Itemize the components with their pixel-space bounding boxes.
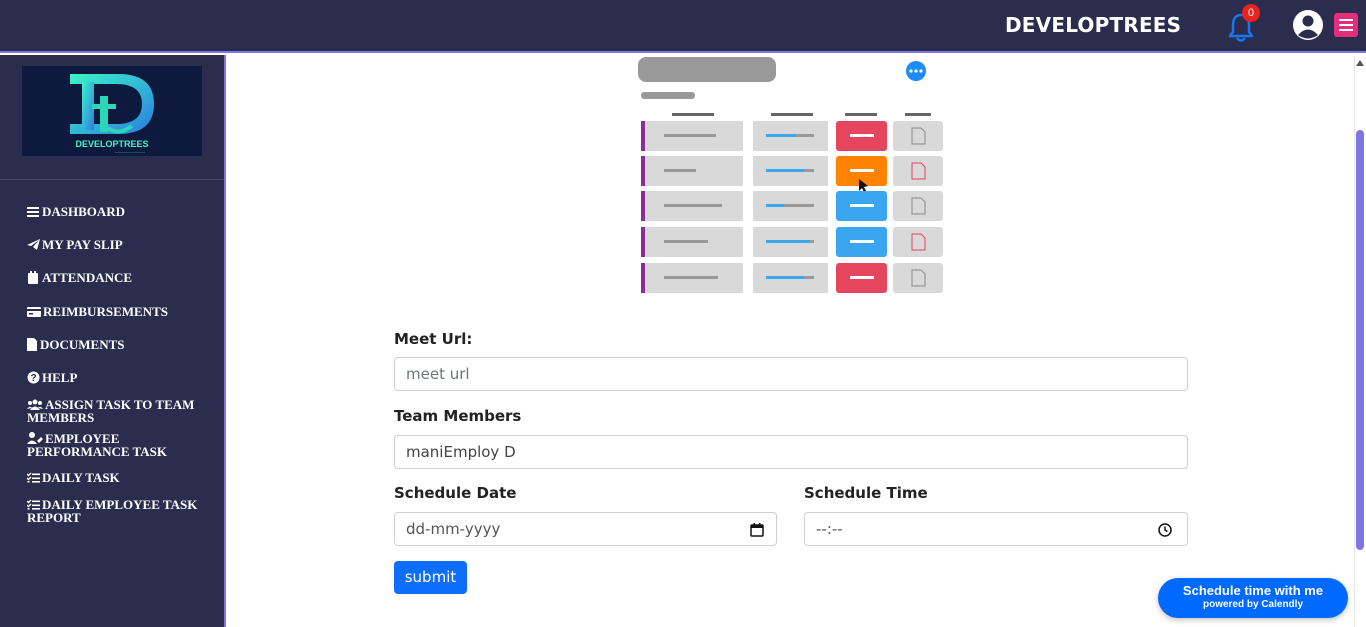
submit-button[interactable]: submit (394, 561, 467, 594)
svg-text:DEVELOPTREES: DEVELOPTREES (75, 139, 148, 149)
tasks-icon (27, 499, 40, 510)
schedule-date-input[interactable]: dd-mm-yyyy (394, 512, 777, 546)
sidebar-item-daily-employee-task-report[interactable]: DAILY EMPLOYEE TASK REPORT (27, 498, 212, 524)
brand-title: DEVELOPTREES (1005, 13, 1182, 37)
sidebar-item-assign-task[interactable]: ASSIGN TASK TO TEAM MEMBERS (27, 398, 212, 424)
sidebar-item-documents[interactable]: DOCUMENTS (27, 338, 212, 351)
credit-card-icon (27, 307, 41, 317)
user-edit-icon (27, 432, 43, 444)
file-icon (27, 338, 37, 351)
company-logo: DEVELOPTREES ~~~~~~~~~~~~~ (22, 66, 202, 156)
svg-text:~~~~~~~~~~~~~: ~~~~~~~~~~~~~ (115, 150, 146, 155)
calendly-badge-button[interactable]: Schedule time with me powered by Calendl… (1158, 578, 1348, 618)
sidebar-item-reimbursements[interactable]: REIMBURSEMENTS (27, 305, 212, 318)
sidebar-item-my-pay-slip[interactable]: MY PAY SLIP (27, 238, 212, 251)
schedule-date-placeholder: dd-mm-yyyy (406, 520, 501, 538)
sidebar-item-label: DASHBOARD (42, 204, 126, 219)
calendly-title: Schedule time with me (1182, 583, 1324, 598)
list-icon (27, 207, 39, 217)
users-icon (27, 399, 43, 410)
schedule-time-label: Schedule Time (804, 484, 928, 502)
sidebar-item-label: EMPLOYEE PERFORMANCE TASK (27, 431, 167, 459)
sidebar-item-label: DAILY TASK (42, 470, 120, 485)
meet-url-input[interactable]: meet url (394, 357, 1188, 391)
sidebar-item-label: ASSIGN TASK TO TEAM MEMBERS (27, 397, 195, 425)
sidebar-item-label: ATTENDANCE (42, 270, 133, 285)
notification-badge: 0 (1242, 4, 1260, 22)
sidebar-item-daily-task[interactable]: DAILY TASK (27, 471, 212, 484)
schedule-date-label: Schedule Date (394, 484, 517, 502)
sidebar-item-label: REIMBURSEMENTS (43, 304, 168, 319)
user-circle-icon[interactable] (1292, 9, 1324, 41)
sidebar-item-dashboard[interactable]: DASHBOARD (27, 205, 212, 218)
meet-url-label: Meet Url: (394, 330, 473, 348)
paper-plane-icon (27, 239, 40, 250)
tasks-icon (27, 472, 40, 483)
schedule-time-placeholder: --:-- (816, 520, 843, 538)
scroll-up-arrow-icon[interactable] (1356, 60, 1364, 66)
scrollbar-thumb[interactable] (1356, 130, 1364, 550)
sidebar-item-label: DAILY EMPLOYEE TASK REPORT (27, 497, 198, 525)
sidebar-item-attendance[interactable]: ATTENDANCE (27, 271, 212, 284)
sidebar-item-label: MY PAY SLIP (42, 237, 123, 252)
schedule-time-input[interactable]: --:-- (804, 512, 1188, 546)
svg-text:?: ? (30, 373, 36, 384)
top-navbar: DEVELOPTREES 0 (0, 0, 1366, 53)
sidebar-item-label: HELP (42, 370, 78, 385)
sidebar: DEVELOPTREES ~~~~~~~~~~~~~ DASHBOARD MY … (0, 55, 226, 627)
menu-icon[interactable] (1334, 13, 1358, 37)
team-members-label: Team Members (394, 407, 522, 425)
sidebar-item-help[interactable]: ? HELP (27, 371, 212, 384)
calendar-icon (28, 271, 38, 284)
sidebar-item-label: DOCUMENTS (40, 337, 125, 352)
question-circle-icon: ? (27, 371, 40, 384)
clock-icon[interactable] (1158, 523, 1172, 537)
team-members-select[interactable]: maniEmploy D (394, 435, 1188, 469)
sidebar-divider (0, 179, 224, 180)
task-table-illustration (638, 57, 943, 293)
calendly-subtitle: powered by Calendly (1202, 599, 1304, 610)
calendar-icon[interactable] (750, 523, 764, 537)
sidebar-item-employee-performance[interactable]: EMPLOYEE PERFORMANCE TASK (27, 432, 212, 458)
